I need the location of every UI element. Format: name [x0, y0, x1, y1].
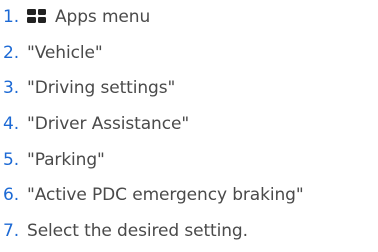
step-label: Select the desired setting.: [27, 221, 248, 242]
step-number: 4.: [3, 114, 20, 135]
step-apps-menu: 1. Apps menu: [0, 0, 378, 36]
apps-grid-icon: [27, 9, 46, 23]
step-select-setting: 7. Select the desired setting.: [0, 214, 378, 250]
step-active-pdc-emergency-braking: 6. "Active PDC emergency braking": [0, 178, 378, 214]
step-label: "Driving settings": [27, 78, 176, 99]
step-parking: 5. "Parking": [0, 143, 378, 179]
step-driver-assistance: 4. "Driver Assistance": [0, 107, 378, 143]
instruction-steps: 1. Apps menu 2. "Vehicle" 3. "Driving se…: [0, 0, 378, 250]
step-label: "Active PDC emergency braking": [27, 185, 304, 206]
step-number: 2.: [3, 42, 20, 63]
step-number: 1.: [3, 7, 20, 27]
step-text: Apps menu: [27, 0, 150, 36]
step-vehicle: 2. "Vehicle": [0, 36, 378, 72]
step-number: 5.: [3, 149, 20, 170]
step-label: "Vehicle": [27, 42, 103, 63]
step-number: 6.: [3, 185, 20, 206]
step-number: 7.: [3, 221, 20, 242]
step-driving-settings: 3. "Driving settings": [0, 71, 378, 107]
step-label: "Driver Assistance": [27, 114, 190, 135]
step-number: 3.: [3, 78, 20, 99]
step-label: "Parking": [27, 149, 105, 170]
step-label: Apps menu: [55, 7, 151, 27]
